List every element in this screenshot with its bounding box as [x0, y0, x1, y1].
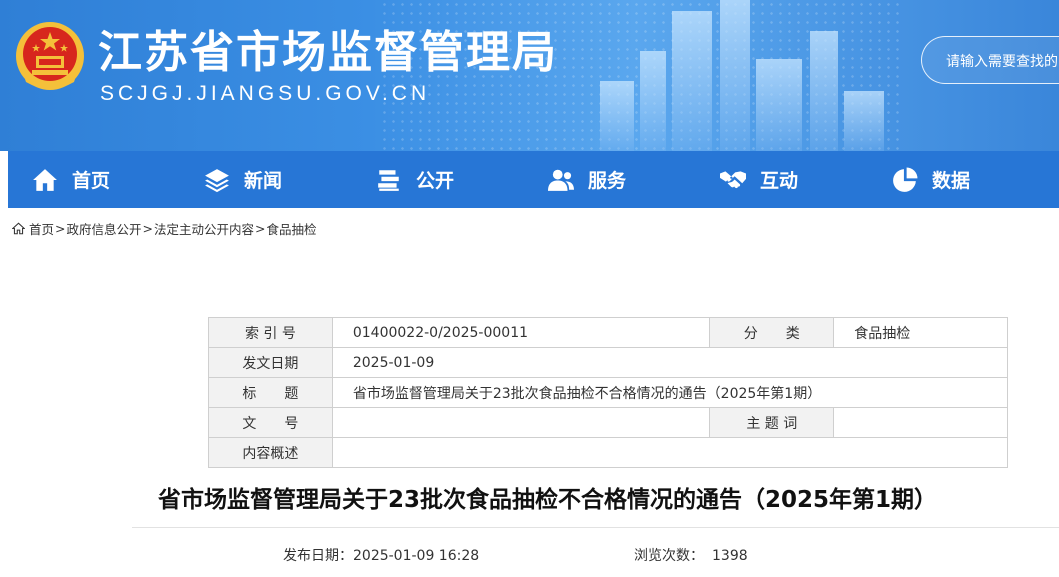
pie-chart-icon: [893, 167, 918, 192]
nav-item-news[interactable]: 新闻: [180, 151, 352, 208]
keyword-label: 主 题 词: [709, 407, 835, 438]
table-row: 文 号 主 题 词: [208, 407, 1008, 438]
breadcrumb-link-gov-info[interactable]: 政府信息公开: [67, 219, 142, 238]
date-label: 发文日期: [208, 347, 333, 378]
nav-item-label: 新闻: [244, 170, 283, 192]
publish-date-label: 发布日期：: [283, 548, 353, 564]
category-value: 食品抽检: [833, 317, 1008, 348]
breadcrumb-link-statutory[interactable]: 法定主动公开内容: [154, 219, 254, 238]
date-value: 2025-01-09: [331, 347, 1009, 378]
document-info-table: 索 引 号 01400022-0/2025-00011 分 类 食品抽检 发文日…: [208, 317, 1009, 468]
search-placeholder: 请输入需要查找的: [946, 54, 1058, 70]
table-row: 标 题 省市场监督管理局关于23批次食品抽检不合格情况的通告（2025年第1期）: [208, 377, 1009, 408]
nav-item-label: 公开: [416, 170, 455, 192]
breadcrumb-link-home[interactable]: 首页: [29, 219, 54, 238]
index-value: 01400022-0/2025-00011: [331, 317, 711, 348]
header-city-skyline: [560, 0, 920, 151]
nav-item-home[interactable]: 首页: [8, 151, 180, 208]
table-row: 发文日期 2025-01-09: [208, 347, 1009, 378]
view-count: 浏览次数： 1398: [634, 545, 748, 565]
view-count-value: 1398: [712, 548, 748, 564]
title-label: 标 题: [208, 377, 333, 408]
summary-label: 内容概述: [208, 437, 333, 468]
nav-item-label: 首页: [72, 170, 111, 192]
summary-value: [331, 437, 1009, 468]
search-input[interactable]: 请输入需要查找的: [921, 36, 1059, 84]
breadcrumb: 首页 > 政府信息公开 > 法定主动公开内容 > 食品抽检: [12, 219, 317, 238]
home-icon: [33, 168, 57, 191]
nav-item-service[interactable]: 服务: [524, 151, 696, 208]
nav-item-public[interactable]: 公开: [352, 151, 524, 208]
nav-item-label: 服务: [588, 170, 627, 192]
divider: [132, 527, 1059, 528]
site-domain: SCJGJ.JIANGSU.GOV.CN: [100, 82, 431, 105]
article-title: 省市场监督管理局关于23批次食品抽检不合格情况的通告（2025年第1期）: [158, 487, 938, 513]
main-nav: 首页 新闻 公开 服务 互动 数据: [8, 151, 1059, 208]
nav-item-interact[interactable]: 互动: [696, 151, 868, 208]
publish-date: 发布日期：2025-01-09 16:28: [283, 545, 479, 565]
breadcrumb-link-food-inspection[interactable]: 食品抽检: [267, 219, 317, 238]
site-header: 江苏省市场监督管理局 SCJGJ.JIANGSU.GOV.CN 请输入需要查找的: [0, 0, 1059, 151]
breadcrumb-separator: >: [55, 221, 66, 236]
home-icon: [12, 222, 25, 235]
table-row: 索 引 号 01400022-0/2025-00011 分 类 食品抽检: [208, 317, 1008, 348]
index-label: 索 引 号: [208, 317, 333, 348]
nav-item-data[interactable]: 数据: [868, 151, 1040, 208]
users-icon: [548, 169, 574, 191]
doc-no-value: [331, 407, 711, 438]
title-value: 省市场监督管理局关于23批次食品抽检不合格情况的通告（2025年第1期）: [331, 377, 1009, 408]
national-emblem-icon: [16, 22, 84, 90]
handshake-icon: [720, 170, 746, 188]
keyword-value: [833, 407, 1008, 438]
site-title: 江苏省市场监督管理局: [98, 27, 558, 78]
layers-icon: [205, 168, 229, 192]
view-count-label: 浏览次数：: [634, 548, 704, 564]
category-label: 分 类: [709, 317, 835, 348]
table-row: 内容概述: [208, 437, 1009, 468]
doc-no-label: 文 号: [208, 407, 333, 438]
breadcrumb-separator: >: [142, 221, 153, 236]
publish-date-value: 2025-01-09 16:28: [353, 548, 480, 564]
books-icon: [378, 169, 399, 191]
nav-item-label: 数据: [932, 170, 971, 192]
breadcrumb-separator: >: [255, 221, 266, 236]
nav-item-label: 互动: [760, 170, 799, 192]
